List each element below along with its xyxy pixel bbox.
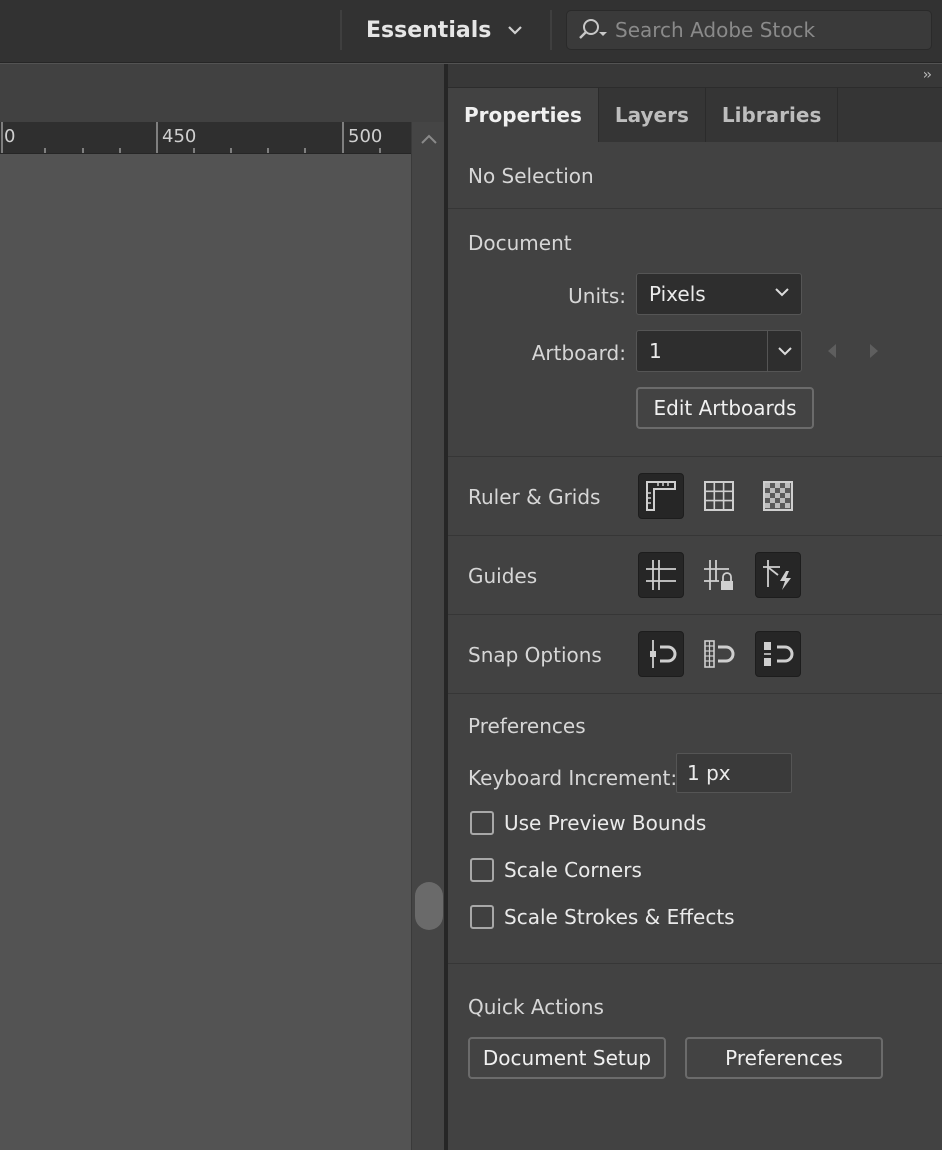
ruler-grids-title: Ruler & Grids bbox=[468, 485, 601, 509]
units-dropdown[interactable]: Pixels bbox=[636, 273, 802, 315]
chevron-down-icon bbox=[778, 347, 792, 356]
snap-to-pixel-icon bbox=[704, 640, 735, 668]
guides-section: Guides bbox=[448, 535, 942, 614]
tab-properties[interactable]: Properties bbox=[448, 88, 599, 142]
edit-artboards-button[interactable]: Edit Artboards bbox=[636, 387, 814, 429]
lock-guides-icon bbox=[704, 560, 733, 590]
canvas-area[interactable] bbox=[0, 154, 411, 1150]
properties-panel: ›› Properties Layers Libraries No Select… bbox=[448, 64, 942, 1150]
artboard-value: 1 bbox=[649, 339, 662, 363]
document-section: Document Units: Pixels Artboard: 1 Edit … bbox=[448, 208, 942, 456]
divider bbox=[340, 10, 342, 50]
smart-guides-icon bbox=[763, 560, 791, 590]
guides-icon bbox=[646, 560, 676, 590]
preferences-section: Preferences Keyboard Increment: 1 px Use… bbox=[448, 693, 942, 963]
units-value: Pixels bbox=[649, 282, 706, 306]
artboard-combobox[interactable]: 1 bbox=[636, 330, 802, 372]
checkbox-box[interactable] bbox=[470, 858, 494, 882]
snap-to-glyph-button[interactable] bbox=[755, 631, 801, 677]
panel-collapse-bar[interactable]: ›› bbox=[448, 64, 942, 88]
toggle-guides-button[interactable] bbox=[638, 552, 684, 598]
toggle-transparency-grid-button[interactable] bbox=[755, 473, 801, 519]
scroll-up-icon[interactable] bbox=[420, 132, 438, 146]
tab-libraries[interactable]: Libraries bbox=[706, 88, 839, 142]
preferences-button[interactable]: Preferences bbox=[685, 1037, 883, 1079]
toggle-rulers-button[interactable] bbox=[638, 473, 684, 519]
workspace-label: Essentials bbox=[366, 17, 492, 43]
preferences-title: Preferences bbox=[468, 714, 586, 738]
collapse-panels-icon[interactable]: ›› bbox=[923, 67, 932, 83]
tab-layers[interactable]: Layers bbox=[599, 88, 706, 142]
horizontal-ruler[interactable]: 0 450 500 bbox=[0, 122, 411, 154]
selection-status: No Selection bbox=[468, 164, 594, 188]
lock-guides-button[interactable] bbox=[696, 552, 742, 598]
divider bbox=[550, 10, 552, 50]
chevron-down-icon bbox=[508, 26, 523, 35]
snap-to-point-icon bbox=[650, 640, 677, 668]
units-label: Units: bbox=[568, 284, 626, 308]
guides-title: Guides bbox=[468, 564, 538, 588]
workspace-switcher[interactable]: Essentials bbox=[366, 12, 525, 48]
next-artboard-icon[interactable] bbox=[868, 343, 880, 359]
quick-actions-title: Quick Actions bbox=[468, 995, 604, 1019]
ruler-label: 500 bbox=[348, 126, 383, 147]
snap-to-point-button[interactable] bbox=[638, 631, 684, 677]
checkbox-label: Use Preview Bounds bbox=[504, 811, 707, 835]
grid-icon bbox=[704, 481, 734, 511]
checkbox-box[interactable] bbox=[470, 811, 494, 835]
document-title: Document bbox=[468, 231, 572, 255]
snap-to-glyph-icon bbox=[764, 642, 794, 666]
scale-corners-checkbox[interactable]: Scale Corners bbox=[470, 858, 642, 882]
artboard-dropdown-button[interactable] bbox=[767, 331, 801, 371]
stock-search-field[interactable] bbox=[566, 10, 932, 50]
ruler-label: 450 bbox=[162, 126, 197, 147]
checkbox-box[interactable] bbox=[470, 905, 494, 929]
transparency-grid-icon bbox=[763, 481, 793, 511]
scrollbar-thumb[interactable] bbox=[415, 882, 443, 930]
checkbox-label: Scale Corners bbox=[504, 858, 642, 882]
ruler-label: 0 bbox=[4, 126, 16, 147]
keyboard-increment-label: Keyboard Increment: bbox=[468, 766, 678, 790]
search-input[interactable] bbox=[615, 18, 915, 42]
panel-tabs: Properties Layers Libraries bbox=[448, 88, 942, 142]
keyboard-increment-input[interactable]: 1 px bbox=[676, 753, 792, 793]
use-preview-bounds-checkbox[interactable]: Use Preview Bounds bbox=[470, 811, 706, 835]
ruler-icon bbox=[646, 481, 676, 511]
search-icon bbox=[579, 19, 607, 39]
checkbox-label: Scale Strokes & Effects bbox=[504, 905, 735, 929]
selection-section: No Selection bbox=[448, 142, 942, 208]
snap-options-section: Snap Options bbox=[448, 614, 942, 693]
scale-strokes-effects-checkbox[interactable]: Scale Strokes & Effects bbox=[470, 905, 735, 929]
artboard-label: Artboard: bbox=[531, 341, 626, 365]
keyboard-increment-value: 1 px bbox=[687, 761, 731, 785]
vertical-scrollbar[interactable] bbox=[411, 122, 444, 1150]
snap-options-title: Snap Options bbox=[468, 643, 602, 667]
toggle-grid-button[interactable] bbox=[696, 473, 742, 519]
document-setup-button[interactable]: Document Setup bbox=[468, 1037, 666, 1079]
chevron-down-icon bbox=[775, 288, 789, 297]
ruler-grids-section: Ruler & Grids bbox=[448, 456, 942, 535]
previous-artboard-icon[interactable] bbox=[826, 343, 838, 359]
quick-actions-section: Quick Actions Document Setup Preferences bbox=[448, 963, 942, 1150]
application-bar: Essentials bbox=[0, 0, 942, 63]
document-tab-strip bbox=[0, 64, 444, 122]
toggle-smart-guides-button[interactable] bbox=[755, 552, 801, 598]
snap-to-pixel-button[interactable] bbox=[696, 631, 742, 677]
